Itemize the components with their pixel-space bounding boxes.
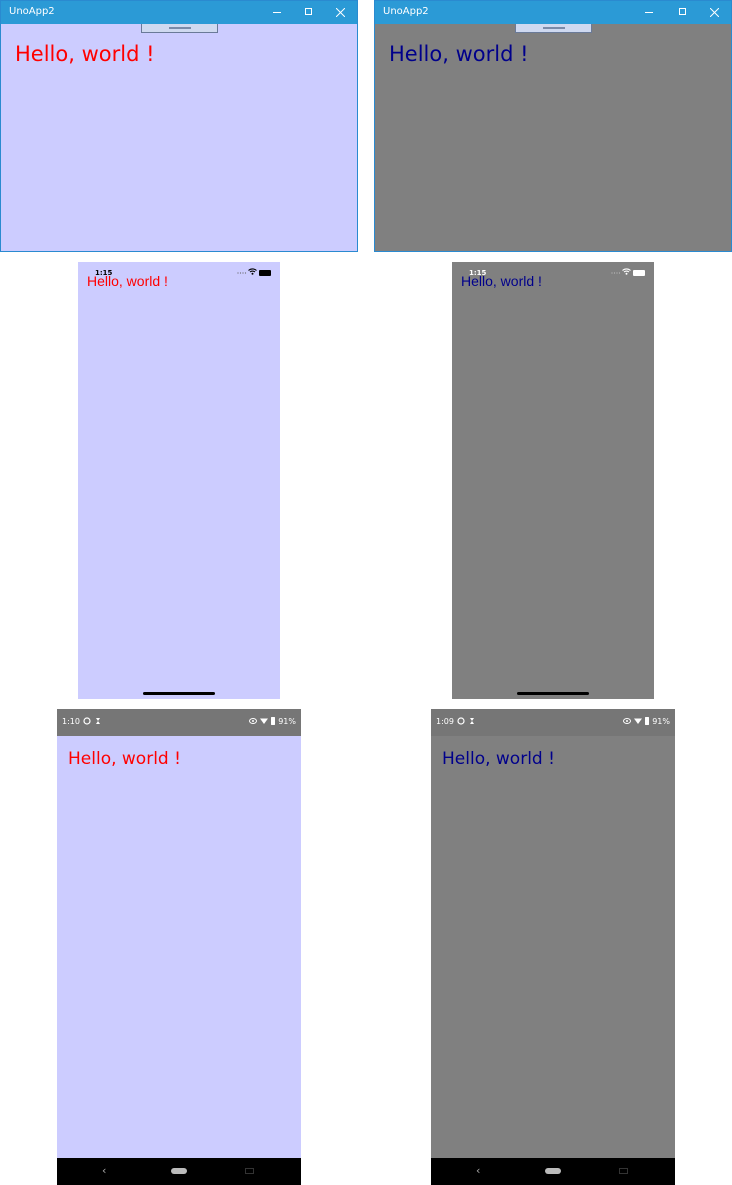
minimize-icon[interactable] (634, 1, 666, 24)
maximize-icon[interactable] (667, 1, 699, 24)
page-content: Hello, world ! (1, 24, 357, 251)
home-pill-icon[interactable] (545, 1168, 561, 1174)
ios-phone-light: 1:15 Hello, world ! (78, 262, 280, 699)
android-phone-light: 1:10 91% Hello, world ! ‹ (57, 709, 301, 1185)
android-phone-dark: 1:09 91% Hello, world ! ‹ (431, 709, 675, 1185)
cellular-signal-icon (237, 272, 247, 274)
home-pill-icon[interactable] (171, 1168, 187, 1174)
recent-apps-icon[interactable] (245, 1168, 254, 1174)
wifi-icon (248, 268, 257, 275)
battery-percentage: 91% (278, 717, 296, 726)
eye-icon (249, 717, 275, 725)
windows-window-dark: UnoApp2 Hello, world ! (374, 0, 732, 252)
back-icon[interactable]: ‹ (102, 1164, 106, 1177)
navigation-bar: ‹ (431, 1158, 675, 1185)
hello-text: Hello, world ! (68, 749, 181, 769)
status-bar: 1:10 91% (57, 709, 301, 736)
maximize-icon[interactable] (293, 1, 325, 24)
navigation-bar: ‹ (57, 1158, 301, 1185)
status-time: 1:10 (62, 717, 80, 726)
back-icon[interactable]: ‹ (476, 1164, 480, 1177)
minimize-icon[interactable] (262, 1, 294, 24)
hello-text: Hello, world ! (87, 273, 168, 289)
title-bar[interactable]: UnoApp2 (375, 1, 731, 24)
cellular-signal-icon (611, 272, 621, 274)
title-bar[interactable]: UnoApp2 (1, 1, 357, 24)
battery-percentage: 91% (652, 717, 670, 726)
hello-text: Hello, world ! (389, 42, 529, 66)
home-indicator[interactable] (143, 692, 215, 695)
status-time: 1:09 (436, 717, 454, 726)
home-indicator[interactable] (517, 692, 589, 695)
eye-icon (623, 717, 649, 725)
ios-phone-dark: 1:15 Hello, world ! (452, 262, 654, 699)
sync-icon (83, 717, 100, 725)
recent-apps-icon[interactable] (619, 1168, 628, 1174)
hello-text: Hello, world ! (15, 42, 155, 66)
close-icon[interactable] (325, 1, 357, 24)
status-bar: 1:09 91% (431, 709, 675, 736)
sync-icon (457, 717, 474, 725)
page-content: Hello, world ! (375, 24, 731, 251)
battery-icon (259, 270, 271, 276)
hello-text: Hello, world ! (442, 749, 555, 769)
windows-window-light: UnoApp2 Hello, world ! (0, 0, 358, 252)
wifi-icon (622, 268, 631, 275)
window-title: UnoApp2 (383, 6, 429, 17)
hello-text: Hello, world ! (461, 273, 542, 289)
close-icon[interactable] (699, 1, 731, 24)
window-title: UnoApp2 (9, 6, 55, 17)
drag-handle[interactable] (515, 24, 592, 33)
battery-icon (633, 270, 645, 276)
drag-handle[interactable] (141, 24, 218, 33)
